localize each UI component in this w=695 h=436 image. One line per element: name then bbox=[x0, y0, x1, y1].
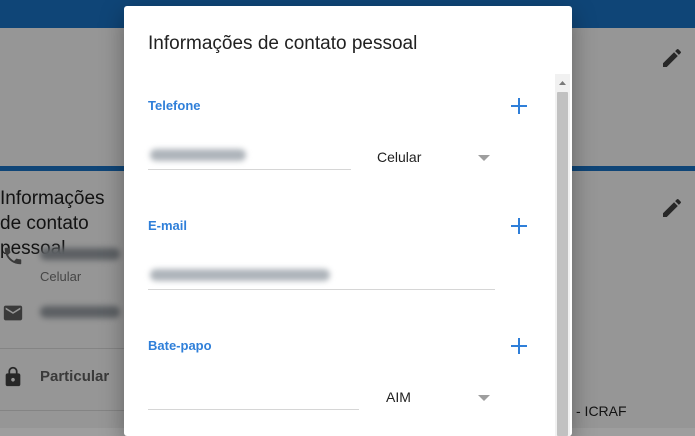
caret-down-icon bbox=[478, 395, 490, 401]
chat-service-value: AIM bbox=[386, 389, 411, 405]
chat-service-select[interactable]: AIM bbox=[386, 385, 496, 409]
phone-section-label: Telefone bbox=[148, 98, 201, 113]
phone-type-select[interactable]: Celular bbox=[377, 145, 497, 169]
dialog-title: Informações de contato pessoal bbox=[148, 33, 418, 54]
scrollbar-thumb[interactable] bbox=[557, 92, 568, 436]
dialog-scrollbar[interactable] bbox=[555, 74, 570, 436]
personal-contact-dialog: Informações de contato pessoal Telefone … bbox=[124, 6, 572, 436]
email-value-blurred bbox=[150, 269, 330, 281]
scroll-up-arrow-icon[interactable] bbox=[555, 76, 570, 90]
phone-type-value: Celular bbox=[377, 149, 422, 165]
chat-section-label: Bate-papo bbox=[148, 338, 212, 353]
phone-number-input[interactable] bbox=[148, 145, 351, 170]
phone-number-value-blurred bbox=[150, 149, 246, 161]
email-section-label: E-mail bbox=[148, 218, 188, 233]
caret-down-icon bbox=[478, 155, 490, 161]
add-phone-button[interactable] bbox=[509, 96, 529, 116]
add-email-button[interactable] bbox=[509, 216, 529, 236]
chat-handle-input[interactable] bbox=[148, 385, 359, 410]
add-chat-button[interactable] bbox=[509, 336, 529, 356]
email-input[interactable] bbox=[148, 265, 495, 290]
